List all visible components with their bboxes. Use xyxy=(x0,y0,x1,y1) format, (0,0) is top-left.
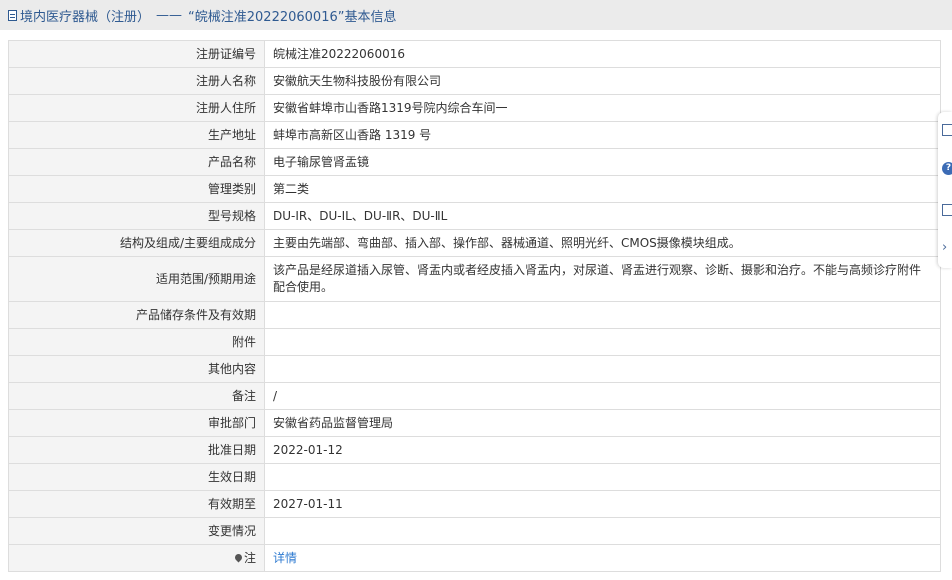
note-label-cell: 注 xyxy=(8,544,265,572)
row-value: 2027-01-11 xyxy=(264,490,941,518)
row-value xyxy=(264,301,941,329)
row-value: 安徽航天生物科技股份有限公司 xyxy=(264,67,941,95)
row-value: 皖械注准20222060016 xyxy=(264,40,941,68)
row-value: 电子输尿管肾盂镜 xyxy=(264,148,941,176)
close-icon[interactable]: › xyxy=(942,241,952,254)
row-value: 安徽省蚌埠市山香路1319号院内综合车间一 xyxy=(264,94,941,122)
table-row-note: 注 详情 xyxy=(8,544,941,572)
row-label: 型号规格 xyxy=(8,202,265,230)
table-row: 变更情况 xyxy=(8,517,941,545)
table-row: 生效日期 xyxy=(8,463,941,491)
help-icon[interactable]: ? xyxy=(942,162,952,175)
breadcrumb-category[interactable]: 境内医疗器械（注册） xyxy=(20,6,150,25)
table-row: 型号规格 DU-ⅠR、DU-ⅠL、DU-ⅡR、DU-ⅡL xyxy=(8,202,941,230)
row-value: 主要由先端部、弯曲部、插入部、操作部、器械通道、照明光纤、CMOS摄像模块组成。 xyxy=(264,229,941,257)
row-value: / xyxy=(264,382,941,410)
table-row: 适用范围/预期用途 该产品是经尿道插入尿管、肾盂内或者经皮插入肾盂内，对尿道、肾… xyxy=(8,256,941,302)
row-value xyxy=(264,328,941,356)
table-row: 附件 xyxy=(8,328,941,356)
title-separator: —— xyxy=(156,7,183,23)
row-value xyxy=(264,463,941,491)
row-label: 产品名称 xyxy=(8,148,265,176)
row-label: 管理类别 xyxy=(8,175,265,203)
note-label: 注 xyxy=(243,550,256,565)
row-value xyxy=(264,517,941,545)
row-value: 2022-01-12 xyxy=(264,436,941,464)
table-row: 其他内容 xyxy=(8,355,941,383)
table-row: 有效期至 2027-01-11 xyxy=(8,490,941,518)
table-row: 产品储存条件及有效期 xyxy=(8,301,941,329)
copy-icon[interactable] xyxy=(942,204,952,216)
document-icon xyxy=(8,9,17,21)
table-row: 产品名称 电子输尿管肾盂镜 xyxy=(8,148,941,176)
row-label: 结构及组成/主要组成成分 xyxy=(8,229,265,257)
table-row: 注册证编号 皖械注准20222060016 xyxy=(8,40,941,68)
table-row: 注册人名称 安徽航天生物科技股份有限公司 xyxy=(8,67,941,95)
table-row: 备注 / xyxy=(8,382,941,410)
row-label: 有效期至 xyxy=(8,490,265,518)
row-label: 生产地址 xyxy=(8,121,265,149)
row-label: 适用范围/预期用途 xyxy=(8,256,265,302)
row-label: 变更情况 xyxy=(8,517,265,545)
side-toolbar: ? › xyxy=(938,112,952,268)
row-value xyxy=(264,355,941,383)
table-row: 审批部门 安徽省药品监督管理局 xyxy=(8,409,941,437)
row-value: DU-ⅠR、DU-ⅠL、DU-ⅡR、DU-ⅡL xyxy=(264,202,941,230)
table-row: 批准日期 2022-01-12 xyxy=(8,436,941,464)
row-value: 该产品是经尿道插入尿管、肾盂内或者经皮插入肾盂内，对尿道、肾盂进行观察、诊断、摄… xyxy=(264,256,941,302)
edit-icon[interactable] xyxy=(942,124,952,136)
row-label: 其他内容 xyxy=(8,355,265,383)
row-label: 生效日期 xyxy=(8,463,265,491)
row-value: 蚌埠市高新区山香路 1319 号 xyxy=(264,121,941,149)
row-label: 注册人住所 xyxy=(8,94,265,122)
note-value-cell: 详情 xyxy=(264,544,941,572)
row-label: 产品储存条件及有效期 xyxy=(8,301,265,329)
table-row: 管理类别 第二类 xyxy=(8,175,941,203)
table-row: 生产地址 蚌埠市高新区山香路 1319 号 xyxy=(8,121,941,149)
page-title-bar: 境内医疗器械（注册） —— “皖械注准20222060016”基本信息 xyxy=(0,0,952,30)
row-value: 安徽省药品监督管理局 xyxy=(264,409,941,437)
row-label: 审批部门 xyxy=(8,409,265,437)
row-label: 附件 xyxy=(8,328,265,356)
row-label: 备注 xyxy=(8,382,265,410)
row-label: 注册证编号 xyxy=(8,40,265,68)
info-table: 注册证编号 皖械注准20222060016 注册人名称 安徽航天生物科技股份有限… xyxy=(8,40,941,572)
row-label: 注册人名称 xyxy=(8,67,265,95)
record-title: “皖械注准20222060016”基本信息 xyxy=(188,9,397,25)
row-label: 批准日期 xyxy=(8,436,265,464)
table-row: 结构及组成/主要组成成分 主要由先端部、弯曲部、插入部、操作部、器械通道、照明光… xyxy=(8,229,941,257)
detail-link[interactable]: 详情 xyxy=(273,551,297,565)
table-row: 注册人住所 安徽省蚌埠市山香路1319号院内综合车间一 xyxy=(8,94,941,122)
row-value: 第二类 xyxy=(264,175,941,203)
pin-icon xyxy=(233,552,244,562)
